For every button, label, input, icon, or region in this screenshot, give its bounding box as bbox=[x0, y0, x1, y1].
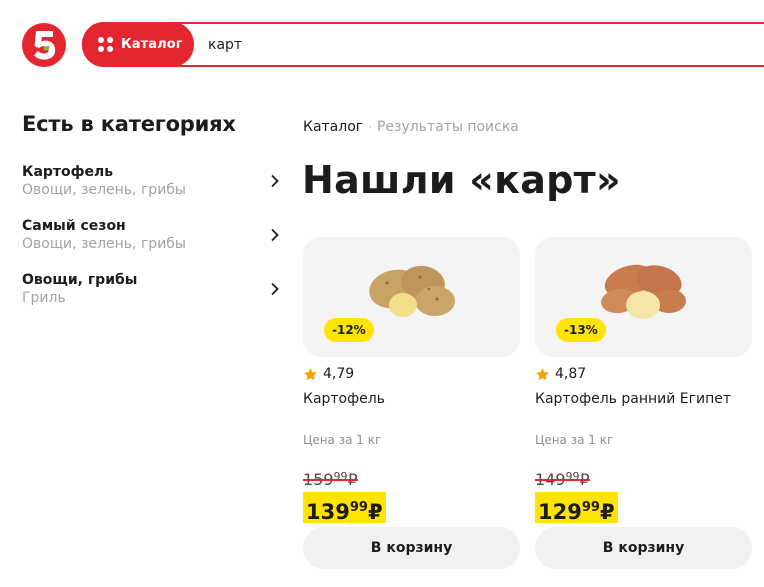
potato-image bbox=[369, 265, 455, 317]
search-input[interactable] bbox=[208, 32, 748, 58]
chevron-right-icon bbox=[271, 174, 279, 188]
page-title: Нашли «карт» bbox=[302, 158, 621, 202]
product-rating: 4,79 bbox=[303, 366, 354, 382]
current-price: 13999₽ bbox=[303, 492, 386, 524]
logo-five-icon bbox=[34, 31, 56, 60]
sidebar-title: Есть в категориях bbox=[22, 112, 236, 136]
star-icon bbox=[304, 367, 317, 380]
category-item-label: Самый сезон bbox=[22, 218, 126, 234]
category-list: Картофель Овощи, зелень, грибы Самый сез… bbox=[22, 163, 284, 325]
category-item-subtitle: Овощи, зелень, грибы bbox=[22, 182, 186, 198]
star-icon bbox=[536, 367, 549, 380]
breadcrumb-separator: · bbox=[368, 120, 372, 134]
chevron-right-icon bbox=[271, 282, 279, 296]
category-item-label: Картофель bbox=[22, 164, 114, 180]
category-item-subtitle: Гриль bbox=[22, 290, 66, 306]
breadcrumb-catalog-link[interactable]: Каталог bbox=[303, 119, 363, 135]
logo[interactable] bbox=[22, 23, 66, 67]
category-item-season[interactable]: Самый сезон Овощи, зелень, грибы bbox=[22, 217, 284, 271]
add-to-cart-button[interactable]: В корзину bbox=[535, 527, 752, 569]
product-title[interactable]: Картофель bbox=[303, 391, 385, 407]
rating-value: 4,79 bbox=[323, 366, 355, 382]
discount-badge: -12% bbox=[324, 318, 374, 342]
catalog-grid-icon bbox=[98, 37, 113, 52]
category-item-subtitle: Овощи, зелень, грибы bbox=[22, 236, 186, 252]
category-item-vegetables-mushrooms[interactable]: Овощи, грибы Гриль bbox=[22, 271, 284, 325]
chevron-right-icon bbox=[271, 228, 279, 242]
category-item-label: Овощи, грибы bbox=[22, 272, 138, 288]
category-item-potato[interactable]: Картофель Овощи, зелень, грибы bbox=[22, 163, 284, 217]
rating-value: 4,87 bbox=[555, 366, 587, 382]
old-price: 14999₽ bbox=[535, 470, 590, 489]
catalog-button[interactable]: Каталог bbox=[82, 22, 194, 67]
product-title[interactable]: Картофель ранний Египет bbox=[535, 391, 731, 407]
product-card: -12% 4,79 Картофель Цена за 1 кг 15999₽ … bbox=[303, 237, 520, 569]
search-bar: Каталог bbox=[82, 22, 764, 67]
product-image[interactable]: -13% bbox=[535, 237, 752, 357]
price-unit: Цена за 1 кг bbox=[535, 433, 614, 447]
catalog-button-label: Каталог bbox=[121, 37, 183, 52]
price-unit: Цена за 1 кг bbox=[303, 433, 382, 447]
potato-image bbox=[601, 264, 686, 319]
product-image[interactable]: -12% bbox=[303, 237, 520, 357]
discount-badge: -13% bbox=[556, 318, 606, 342]
breadcrumb: Каталог · Результаты поиска bbox=[303, 119, 519, 135]
old-price: 15999₽ bbox=[303, 470, 358, 489]
current-price: 12999₽ bbox=[535, 492, 618, 524]
product-card: -13% 4,87 Картофель ранний Египет Цена з… bbox=[535, 237, 752, 569]
breadcrumb-current: Результаты поиска bbox=[376, 119, 519, 135]
add-to-cart-button[interactable]: В корзину bbox=[303, 527, 520, 569]
product-rating: 4,87 bbox=[535, 366, 586, 382]
